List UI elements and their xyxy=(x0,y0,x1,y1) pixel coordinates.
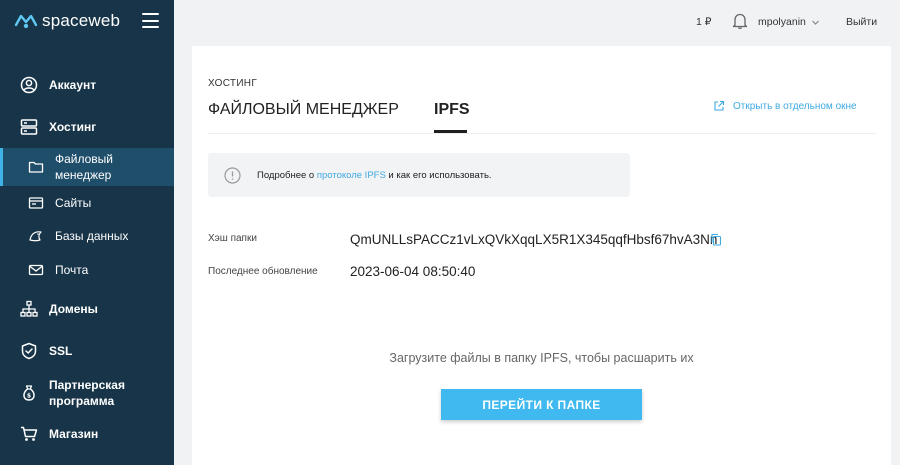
logout-link[interactable]: Выйти xyxy=(846,16,877,28)
sidebar-item-label: Магазин xyxy=(49,427,99,441)
sidebar-item-file-manager[interactable]: Файловый менеджер xyxy=(0,148,174,186)
sidebar-item-hosting[interactable]: Хостинг xyxy=(0,114,174,140)
upload-hint: Загрузите файлы в папку IPFS, чтобы расш… xyxy=(389,351,694,365)
external-link-icon xyxy=(713,100,725,112)
sidebar-item-shop[interactable]: Магазин xyxy=(0,421,174,447)
svg-text:$: $ xyxy=(27,393,31,400)
active-tab-indicator xyxy=(434,130,467,133)
menu-burger-icon[interactable] xyxy=(142,13,159,28)
server-icon xyxy=(20,118,38,136)
sidebar-item-mail[interactable]: Почта xyxy=(0,260,174,280)
open-in-new-window-label: Открыть в отдельном окне xyxy=(733,100,857,112)
ipfs-protocol-link[interactable]: протоколе IPFS xyxy=(317,170,386,181)
sidebar-item-label: Файловый менеджер xyxy=(55,152,114,182)
breadcrumb[interactable]: ХОСТИНГ xyxy=(208,78,257,89)
sidebar: spaceweb Аккаунт Хостинг Файловый менедже… xyxy=(0,0,174,465)
tabs-divider xyxy=(208,133,876,134)
website-icon xyxy=(28,195,44,211)
sidebar-item-label: Партнерская программа xyxy=(49,378,125,408)
cart-icon xyxy=(20,425,38,443)
sidebar-item-sites[interactable]: Сайты xyxy=(0,193,174,213)
info-text: Подробнее о протоколе IPFS и как его исп… xyxy=(257,169,492,181)
balance[interactable]: 1 ₽ xyxy=(696,16,711,28)
open-in-new-window-link[interactable]: Открыть в отдельном окне xyxy=(713,100,857,112)
database-icon xyxy=(28,228,44,244)
user-circle-icon xyxy=(20,76,38,94)
sidebar-item-label: Аккаунт xyxy=(49,78,97,92)
money-bag-icon: $ xyxy=(20,384,38,402)
sidebar-item-databases[interactable]: Базы данных xyxy=(0,226,174,246)
sidebar-item-account[interactable]: Аккаунт xyxy=(0,72,174,98)
spaceweb-logo-icon xyxy=(14,11,38,31)
folder-icon xyxy=(28,159,44,175)
user-menu[interactable]: mpolyanin xyxy=(758,16,820,28)
sidebar-item-label: Сайты xyxy=(55,196,92,210)
info-box: Подробнее о протоколе IPFS и как его исп… xyxy=(208,153,630,197)
mail-icon xyxy=(28,262,44,278)
sidebar-item-ssl[interactable]: SSL xyxy=(0,338,174,364)
shield-icon xyxy=(20,342,38,360)
updated-value: 2023-06-04 08:50:40 xyxy=(350,264,476,279)
sidebar-item-label: Домены xyxy=(49,302,98,316)
updated-label: Последнее обновление xyxy=(208,266,318,277)
tab-file-manager[interactable]: ФАЙЛОВЫЙ МЕНЕДЖЕР xyxy=(208,101,399,119)
sidebar-item-domains[interactable]: Домены xyxy=(0,296,174,322)
tab-ipfs[interactable]: IPFS xyxy=(434,101,470,119)
copy-icon[interactable] xyxy=(710,233,722,246)
sidebar-item-label: SSL xyxy=(49,344,73,358)
hash-value: QmUNLLsPACCz1vLxQVkXqqLX5R1X345qqfHbsf67… xyxy=(350,232,718,247)
go-to-folder-button[interactable]: ПЕРЕЙТИ К ПАПКЕ xyxy=(441,389,642,420)
chevron-down-icon xyxy=(811,18,820,27)
username: mpolyanin xyxy=(758,16,806,28)
sidebar-item-label: Базы данных xyxy=(55,229,129,243)
sidebar-item-partner-program[interactable]: $ Партнерская программа xyxy=(0,375,174,411)
main-card: ХОСТИНГ ФАЙЛОВЫЙ МЕНЕДЖЕР IPFS Открыть в… xyxy=(192,46,891,465)
brand-name: spaceweb xyxy=(42,11,121,30)
info-circle-icon xyxy=(224,166,241,184)
hash-label: Хэш папки xyxy=(208,233,257,244)
sidebar-item-label: Почта xyxy=(55,263,89,277)
logo[interactable]: spaceweb xyxy=(14,11,120,31)
bell-icon[interactable] xyxy=(732,12,748,30)
sidebar-item-label: Хостинг xyxy=(49,120,97,134)
sitemap-icon xyxy=(20,300,38,318)
top-bar: 1 ₽ mpolyanin Выйти xyxy=(174,0,900,45)
